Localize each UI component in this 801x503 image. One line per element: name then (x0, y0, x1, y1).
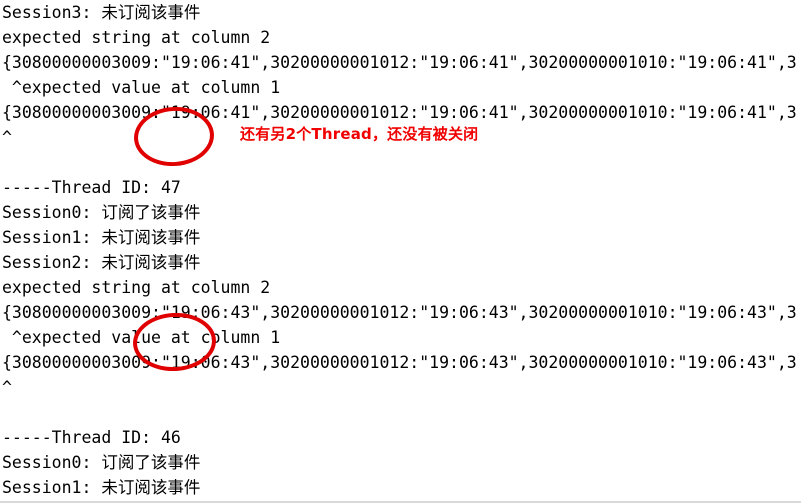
log-line: ^expected value at column 1 (2, 328, 281, 347)
log-line: {30800000003009:"19:06:41",3020000000101… (2, 53, 797, 72)
log-line: {30800000003009:"19:06:41",3020000000101… (2, 103, 797, 122)
log-line: expected string at column 2 (2, 278, 271, 297)
log-line: {30800000003009:"19:06:43",3020000000101… (2, 303, 797, 322)
log-line: ^ (2, 378, 12, 397)
log-line-thread-header: -----Thread ID: 46 (2, 428, 181, 447)
log-line-thread-header: -----Thread ID: 47 (2, 178, 181, 197)
log-line: expected string at column 2 (2, 28, 271, 47)
log-line: Session1: 未订阅该事件 (2, 478, 201, 497)
log-line: Session2: 未订阅该事件 (2, 253, 201, 272)
log-line: {30800000003009:"19:06:43",3020000000101… (2, 353, 797, 372)
log-line: Session0: 订阅了该事件 (2, 203, 201, 222)
console-window: Session3: 未订阅该事件 expected string at colu… (0, 0, 801, 503)
log-line: Session0: 订阅了该事件 (2, 453, 201, 472)
red-text-annotation: 还有另2个Thread，还没有被关闭 (240, 125, 479, 143)
log-line: ^expected value at column 1 (2, 78, 281, 97)
log-line: Session3: 未订阅该事件 (2, 3, 201, 22)
console-output-area[interactable]: Session3: 未订阅该事件 expected string at colu… (0, 0, 801, 501)
log-line-blank (0, 400, 801, 425)
log-line-blank (0, 150, 801, 175)
log-line: Session1: 未订阅该事件 (2, 228, 201, 247)
